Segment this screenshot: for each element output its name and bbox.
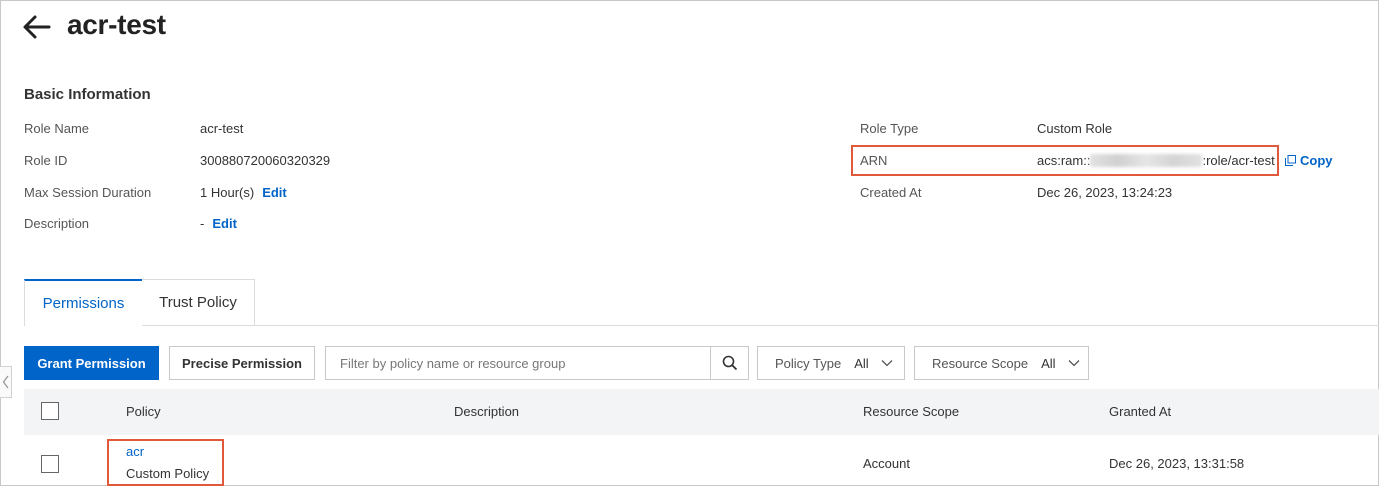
copy-arn-link[interactable]: Copy <box>1285 153 1333 168</box>
row-checkbox[interactable] <box>41 455 59 473</box>
table-header <box>24 389 1379 435</box>
grant-permission-button[interactable]: Grant Permission <box>24 346 159 380</box>
tabs-divider <box>24 325 1379 326</box>
redacted-account-id <box>1090 154 1203 167</box>
resource-scope-cell: Account <box>863 456 910 471</box>
resource-scope-dropdown[interactable]: Resource Scope All <box>914 346 1089 380</box>
arn-prefix: acs:ram:: <box>1037 153 1091 168</box>
policy-type-text: Custom Policy <box>126 466 210 481</box>
precise-permission-button[interactable]: Precise Permission <box>169 346 315 380</box>
back-arrow-icon[interactable] <box>22 14 52 40</box>
page-title: acr-test <box>67 9 166 40</box>
max-session-duration-label: Max Session Duration <box>24 185 152 200</box>
description-text: - <box>200 216 205 231</box>
max-session-duration-value: 1 Hour(s) Edit <box>200 185 287 200</box>
arn-label: ARN <box>860 153 888 168</box>
column-header-policy: Policy <box>126 404 161 419</box>
resource-scope-label: Resource Scope <box>932 355 1029 371</box>
chevron-down-icon <box>881 360 893 367</box>
copy-label: Copy <box>1300 153 1333 168</box>
role-id-value: 300880720060320329 <box>200 153 331 168</box>
policy-search-input[interactable] <box>326 347 710 379</box>
column-header-description: Description <box>454 404 520 419</box>
edit-session-duration-link[interactable]: Edit <box>262 185 287 200</box>
created-at-label: Created At <box>860 185 922 200</box>
chevron-left-icon <box>2 375 9 389</box>
column-header-resource-scope: Resource Scope <box>863 404 960 419</box>
select-all-checkbox[interactable] <box>41 402 59 420</box>
policy-type-label: Policy Type <box>775 355 842 371</box>
policy-type-value: All <box>854 355 869 371</box>
role-type-value: Custom Role <box>1037 121 1113 136</box>
copy-icon <box>1285 155 1296 166</box>
policy-type-dropdown[interactable]: Policy Type All <box>757 346 905 380</box>
tab-trust-policy[interactable]: Trust Policy <box>142 279 255 325</box>
max-session-duration-text: 1 Hour(s) <box>200 185 255 200</box>
resource-scope-value: All <box>1041 355 1056 371</box>
policy-name-link[interactable]: acr <box>126 444 144 459</box>
role-name-label: Role Name <box>24 121 90 136</box>
arn-value: acs:ram:::role/acr-test <box>1037 153 1275 168</box>
description-label: Description <box>24 216 90 231</box>
description-value: - Edit <box>200 216 237 231</box>
role-type-label: Role Type <box>860 121 919 136</box>
edit-description-link[interactable]: Edit <box>212 216 237 231</box>
search-icon <box>722 355 737 371</box>
basic-information-heading: Basic Information <box>24 86 151 103</box>
column-header-granted-at: Granted At <box>1109 404 1172 419</box>
arn-suffix: :role/acr-test <box>1202 153 1275 168</box>
chevron-down-icon <box>1068 360 1080 367</box>
policy-search <box>325 346 749 380</box>
role-id-label: Role ID <box>24 153 68 168</box>
created-at-value: Dec 26, 2023, 13:24:23 <box>1037 185 1173 200</box>
search-button[interactable] <box>710 347 748 379</box>
role-name-value: acr-test <box>200 121 244 136</box>
tab-permissions[interactable]: Permissions <box>24 279 143 326</box>
sidebar-collapse-handle[interactable] <box>0 366 12 398</box>
granted-at-cell: Dec 26, 2023, 13:31:58 <box>1109 456 1245 471</box>
